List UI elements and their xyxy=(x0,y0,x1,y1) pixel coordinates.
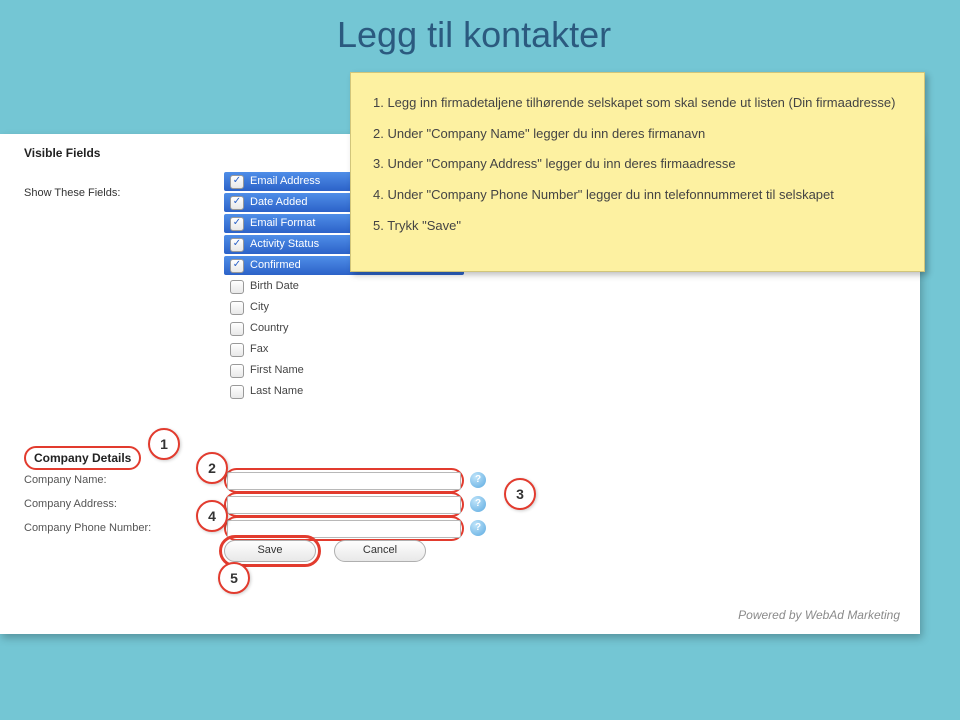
field-label: City xyxy=(250,299,269,316)
checkbox-icon[interactable]: ✓ xyxy=(230,385,244,399)
help-line-5: 5. Trykk "Save" xyxy=(373,214,902,239)
help-panel: 1. Legg inn firmadetaljene tilhørende se… xyxy=(350,72,925,272)
checkbox-icon[interactable]: ✓ xyxy=(230,217,244,231)
show-these-fields-label: Show These Fields: xyxy=(24,187,120,199)
checkbox-icon[interactable]: ✓ xyxy=(230,322,244,336)
field-row[interactable]: ✓ City xyxy=(224,298,464,317)
checkbox-icon[interactable]: ✓ xyxy=(230,364,244,378)
company-name-input[interactable] xyxy=(227,472,461,490)
field-row[interactable]: ✓ First Name xyxy=(224,361,464,380)
help-line-3: 3. Under "Company Address" legger du inn… xyxy=(373,152,902,177)
field-row[interactable]: ✓ Birth Date xyxy=(224,277,464,296)
field-label: Confirmed xyxy=(250,257,301,274)
checkbox-icon[interactable]: ✓ xyxy=(230,196,244,210)
help-icon[interactable]: ? xyxy=(470,520,486,536)
checkbox-icon[interactable]: ✓ xyxy=(230,301,244,315)
checkbox-icon[interactable]: ✓ xyxy=(230,238,244,252)
help-line-2: 2. Under "Company Name" legger du inn de… xyxy=(373,122,902,147)
company-phone-label: Company Phone Number: xyxy=(24,522,224,534)
company-name-label: Company Name: xyxy=(24,474,224,486)
help-icon[interactable]: ? xyxy=(470,496,486,512)
field-row[interactable]: ✓ Last Name xyxy=(224,382,464,401)
company-details-header: Company Details xyxy=(24,446,141,470)
company-address-label: Company Address: xyxy=(24,498,224,510)
field-label: Activity Status xyxy=(250,236,319,253)
callout-1: 1 xyxy=(148,428,180,460)
field-label: Email Format xyxy=(250,215,315,232)
field-row[interactable]: ✓ Country xyxy=(224,319,464,338)
callout-3: 3 xyxy=(504,478,536,510)
field-label: Country xyxy=(250,320,289,337)
button-row: Save Cancel xyxy=(224,540,426,562)
company-phone-input[interactable] xyxy=(227,520,461,538)
field-label: Birth Date xyxy=(250,278,299,295)
field-label: Email Address xyxy=(250,173,320,190)
help-line-1: 1. Legg inn firmadetaljene tilhørende se… xyxy=(373,91,902,116)
checkbox-icon[interactable]: ✓ xyxy=(230,259,244,273)
field-label: First Name xyxy=(250,362,304,379)
company-address-input[interactable] xyxy=(227,496,461,514)
checkbox-icon[interactable]: ✓ xyxy=(230,175,244,189)
save-button[interactable]: Save xyxy=(224,540,316,562)
cancel-button[interactable]: Cancel xyxy=(334,540,426,562)
callout-4: 4 xyxy=(196,500,228,532)
callout-2: 2 xyxy=(196,452,228,484)
help-line-4: 4. Under "Company Phone Number" legger d… xyxy=(373,183,902,208)
page-title: Legg til kontakter xyxy=(337,14,611,56)
field-row[interactable]: ✓ Fax xyxy=(224,340,464,359)
field-label: Date Added xyxy=(250,194,308,211)
checkbox-icon[interactable]: ✓ xyxy=(230,343,244,357)
field-label: Last Name xyxy=(250,383,303,400)
help-icon[interactable]: ? xyxy=(470,472,486,488)
callout-5: 5 xyxy=(218,562,250,594)
checkbox-icon[interactable]: ✓ xyxy=(230,280,244,294)
footer-text: Powered by WebAd Marketing xyxy=(738,608,900,622)
field-label: Fax xyxy=(250,341,268,358)
